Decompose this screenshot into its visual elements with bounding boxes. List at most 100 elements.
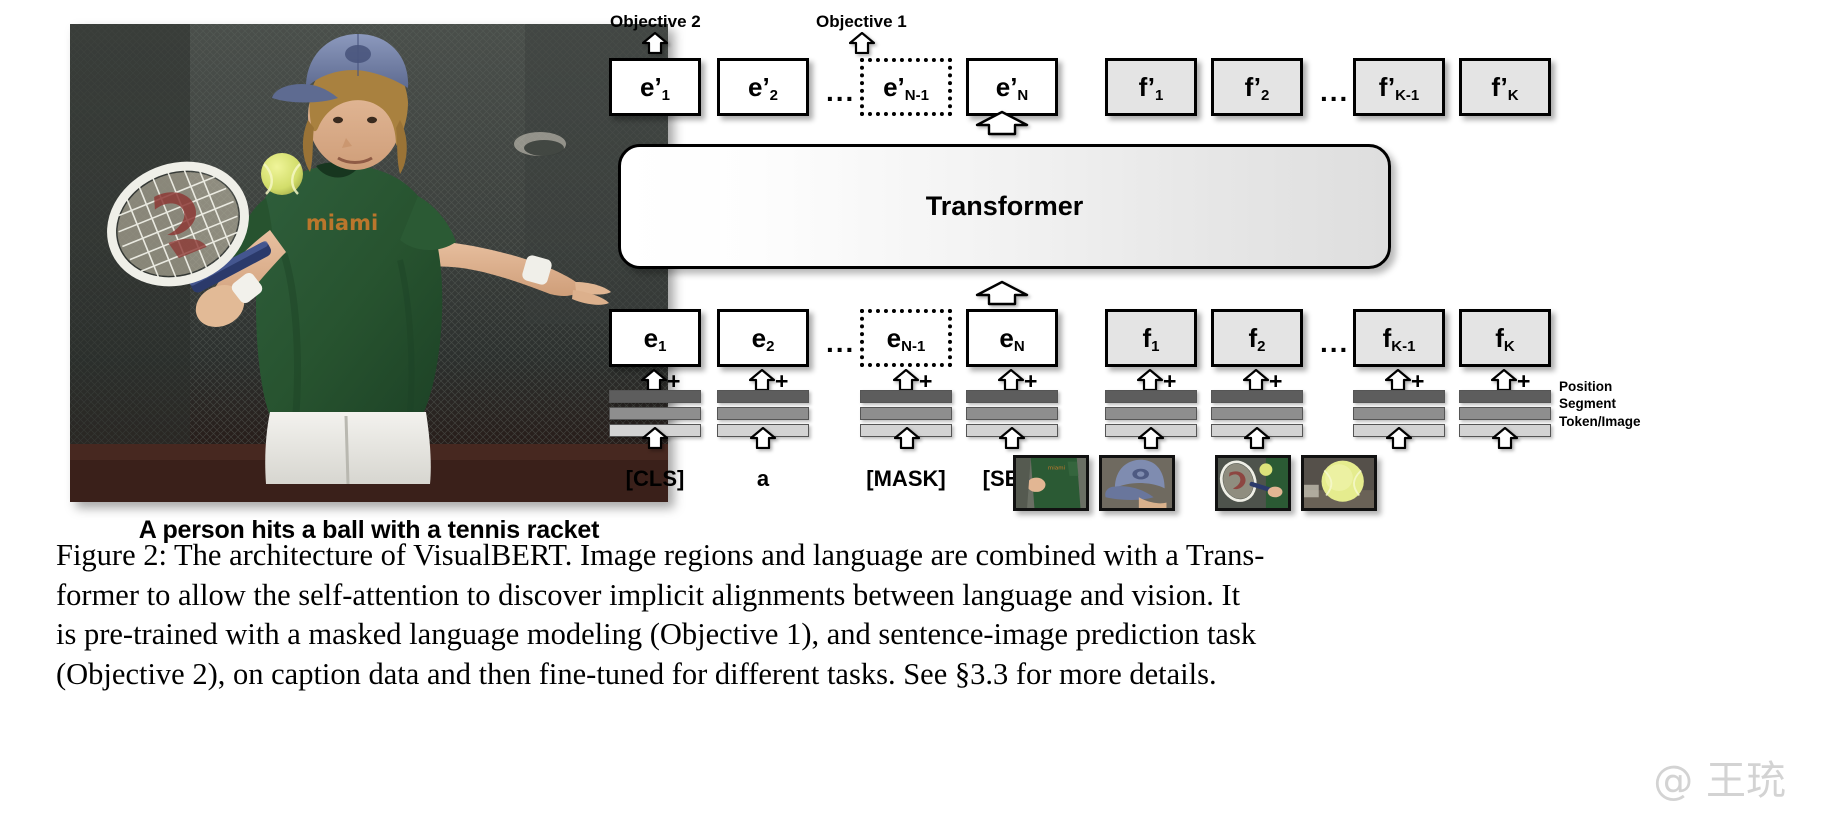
figure-caption-line-3: is pre-trained with a masked language mo… — [56, 617, 1257, 652]
input-token-f2: f2 — [1211, 309, 1303, 367]
segment-embedding-bar — [609, 407, 701, 420]
segment-embedding-bar — [717, 407, 809, 420]
sum-arrow-icon-4 — [998, 369, 1024, 391]
output-token-fK-label: f’K — [1491, 72, 1519, 104]
position-embedding-bar — [860, 390, 952, 403]
sum-arrow-icon-5 — [1137, 369, 1163, 391]
transformer-block: Transformer — [618, 144, 1391, 269]
sum-arrow-icon-1 — [641, 369, 667, 391]
tennis-player-illustration: miami — [70, 24, 668, 502]
output-token-e1: e’1 — [609, 58, 701, 116]
legend-segment-label: Segment — [1559, 396, 1617, 411]
embed-input-arrow-icon-4 — [999, 427, 1025, 449]
position-embedding-bar — [1353, 390, 1445, 403]
position-embedding-bar — [717, 390, 809, 403]
input-token-e1-label: e1 — [643, 323, 667, 355]
output-ellipsis-image: ... — [1320, 76, 1350, 107]
input-token-eN-label: eN — [999, 323, 1025, 355]
objective-2-arrow-icon — [642, 32, 668, 54]
input-token-eN-1: eN-1 — [860, 309, 952, 367]
sum-arrow-icon-8 — [1491, 369, 1517, 391]
output-token-fK: f’K — [1459, 58, 1551, 116]
region-tennis-ball-thumbnail — [1301, 455, 1377, 511]
output-token-e1-label: e’1 — [639, 72, 671, 104]
bottom-token-mask: [MASK] — [866, 466, 946, 491]
visualbert-architecture-diagram: Objective 2 Objective 1 e’1 e’2 ... e’N-… — [604, 0, 1822, 530]
position-embedding-bar — [1211, 390, 1303, 403]
objective-1-label: Objective 1 — [816, 12, 907, 31]
sum-arrow-icon-3 — [893, 369, 919, 391]
position-embedding-bar — [1459, 390, 1551, 403]
segment-embedding-bar — [966, 407, 1058, 420]
tennis-player-photo: miami — [70, 24, 668, 502]
input-ellipsis-text: ... — [826, 327, 856, 358]
input-token-fK: fK — [1459, 309, 1551, 367]
region-racket-and-ball-image — [1218, 458, 1288, 508]
input-token-eN-1-label: eN-1 — [886, 323, 926, 355]
legend-position-label: Position — [1559, 379, 1613, 394]
output-token-e2: e’2 — [717, 58, 809, 116]
region-blue-cap-image — [1102, 458, 1172, 508]
photo-panel: miami A person hits a ball with a tennis… — [70, 24, 668, 544]
input-token-f2-label: f2 — [1248, 323, 1266, 355]
sum-arrow-icon-6 — [1243, 369, 1269, 391]
figure-caption-line-1: Figure 2: The architecture of VisualBERT… — [56, 538, 1265, 572]
figure-caption-line-2: former to allow the self-attention to di… — [56, 577, 1241, 612]
segment-embedding-bar — [1211, 407, 1303, 420]
embed-input-arrow-icon-8 — [1492, 427, 1518, 449]
svg-text:miami: miami — [306, 211, 378, 235]
output-token-eN: e’N — [966, 58, 1058, 116]
position-embedding-bar — [966, 390, 1058, 403]
output-token-fK-1-label: f’K-1 — [1378, 72, 1420, 104]
input-token-e1: e1 — [609, 309, 701, 367]
region-blue-cap-thumbnail — [1099, 455, 1175, 511]
input-token-e2-label: e2 — [751, 323, 775, 355]
output-token-f1-label: f’1 — [1138, 72, 1164, 104]
embed-input-arrow-icon-6 — [1244, 427, 1270, 449]
svg-text:miami: miami — [1048, 466, 1065, 472]
input-token-fK-label: fK — [1495, 323, 1515, 355]
input-ellipsis-image: ... — [1320, 327, 1350, 358]
embed-input-arrow-icon-7 — [1386, 427, 1412, 449]
input-transformer-arrow-icon — [975, 280, 1029, 306]
input-token-e2: e2 — [717, 309, 809, 367]
output-token-eN-1-label: e’N-1 — [883, 72, 929, 104]
figure-caption: Figure 2: The architecture of VisualBERT… — [56, 536, 1776, 695]
segment-embedding-bar — [860, 407, 952, 420]
output-token-f2: f’2 — [1211, 58, 1303, 116]
embed-input-arrow-icon-3 — [894, 427, 920, 449]
region-racket-and-ball-thumbnail — [1215, 455, 1291, 511]
input-token-fK-1: fK-1 — [1353, 309, 1445, 367]
input-token-f1-label: f1 — [1142, 323, 1160, 355]
watermark: @ 王珫 — [1653, 758, 1786, 804]
input-token-f1: f1 — [1105, 309, 1197, 367]
position-embedding-bar — [1105, 390, 1197, 403]
transformer-label: Transformer — [925, 191, 1084, 221]
output-token-f2-label: f’2 — [1244, 72, 1270, 104]
embed-input-arrow-icon-5 — [1138, 427, 1164, 449]
input-token-eN: eN — [966, 309, 1058, 367]
output-ellipsis-text: ... — [826, 76, 856, 107]
objective-2-label: Objective 2 — [610, 12, 701, 31]
output-token-eN-label: e’N — [995, 72, 1029, 104]
transformer-output-arrow-icon — [975, 110, 1029, 136]
output-token-fK-1: f’K-1 — [1353, 58, 1445, 116]
segment-embedding-bar — [1105, 407, 1197, 420]
bottom-token-cls: [CLS] — [625, 466, 685, 491]
sum-arrow-icon-7 — [1385, 369, 1411, 391]
region-torso-shirt-image: miami — [1016, 458, 1086, 508]
input-token-fK-1-label: fK-1 — [1382, 323, 1416, 355]
output-token-f1: f’1 — [1105, 58, 1197, 116]
segment-embedding-bar — [1353, 407, 1445, 420]
output-token-e2-label: e’2 — [747, 72, 779, 104]
figure-caption-line-4: (Objective 2), on caption data and then … — [56, 656, 1217, 691]
region-tennis-ball-image — [1304, 458, 1374, 508]
bottom-token-a: a — [756, 466, 770, 491]
position-embedding-bar — [609, 390, 701, 403]
legend-token-image-label: Token/Image — [1559, 414, 1641, 429]
output-token-eN-1: e’N-1 — [860, 58, 952, 116]
embed-input-arrow-icon-1 — [642, 427, 668, 449]
segment-embedding-bar — [1459, 407, 1551, 420]
embed-input-arrow-icon-2 — [750, 427, 776, 449]
region-torso-shirt-thumbnail: miami — [1013, 455, 1089, 511]
